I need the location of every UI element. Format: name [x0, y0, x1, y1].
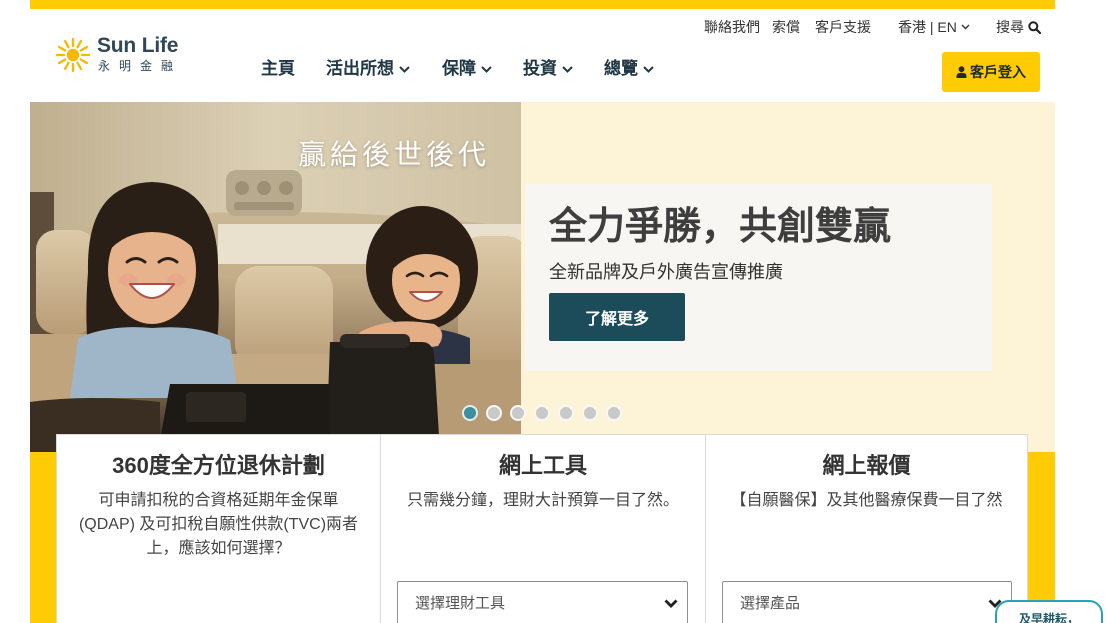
search-label: 搜尋	[996, 19, 1024, 35]
nav-item-live-life[interactable]: 活出所想	[326, 59, 410, 79]
card-online-tools: 網上工具 只需幾分鐘，理財大計預算一目了然。 選擇理財工具	[381, 435, 706, 623]
floating-promo-widget[interactable]: 及早耕耘，	[995, 600, 1103, 623]
hero-photo-caption: 贏給後世後代	[298, 140, 491, 171]
card-title: 360度全方位退休計劃	[112, 453, 325, 478]
chevron-down-icon	[961, 24, 970, 30]
card-description: 【自願醫保】及其他醫療保費一目了然	[730, 492, 1003, 509]
floating-widget-label: 及早耕耘，	[1018, 612, 1079, 623]
feature-cards: 360度全方位退休計劃 可申請扣稅的合資格延期年金保單(QDAP) 及可扣稅自願…	[56, 434, 1028, 623]
hero-subheading: 全新品牌及戶外廣告宣傳推廣	[549, 262, 783, 282]
select-value: 選擇理財工具	[415, 595, 506, 612]
nav-item-investment[interactable]: 投資	[523, 59, 573, 79]
sun-life-logo[interactable]: Sun Life 永明金融	[56, 34, 188, 78]
nav-item-label: 投資	[523, 59, 557, 78]
customer-login-label: 客戶登入	[970, 64, 1026, 80]
nav-item-overview[interactable]: 總覽	[604, 59, 654, 79]
chevron-down-icon	[481, 65, 492, 73]
locale-label: 香港 | EN	[898, 19, 957, 35]
select-value: 選擇產品	[740, 595, 801, 612]
chevron-down-icon	[399, 65, 410, 73]
search-link[interactable]: 搜尋	[996, 19, 1041, 35]
sun-icon	[56, 38, 90, 72]
product-select[interactable]: 選擇產品	[722, 581, 1012, 623]
card-description: 只需幾分鐘，理財大計預算一目了然。	[406, 492, 679, 509]
carousel-dot-4[interactable]	[534, 405, 550, 421]
carousel-dot-3[interactable]	[510, 405, 526, 421]
card-online-quote: 網上報價 【自願醫保】及其他醫療保費一目了然 選擇產品	[706, 435, 1027, 623]
nav-item-label: 主頁	[261, 59, 295, 78]
chevron-down-icon	[664, 599, 678, 608]
chevron-down-icon	[562, 65, 573, 73]
card-title: 網上報價	[822, 453, 911, 478]
locale-switcher[interactable]: 香港 | EN	[898, 19, 970, 35]
hero-message-card: 全力爭勝，共創雙贏 全新品牌及戶外廣告宣傳推廣 了解更多	[525, 184, 992, 371]
user-icon	[956, 66, 967, 78]
hero-photo[interactable]: 贏給後世後代	[30, 102, 521, 452]
hero-carousel: 贏給後世後代 全力爭勝，共創雙贏 全新品牌及戶外廣告宣傳推廣 了解更多	[30, 102, 1055, 452]
carousel-dot-6[interactable]	[582, 405, 598, 421]
customer-login-button[interactable]: 客戶登入	[942, 52, 1040, 92]
hero-heading: 全力爭勝，共創雙贏	[549, 206, 892, 248]
nav-item-home[interactable]: 主頁	[261, 59, 295, 79]
customer-support-link[interactable]: 客戶支援	[815, 19, 871, 35]
card-title: 網上工具	[498, 453, 587, 478]
card-description: 可申請扣稅的合資格延期年金保單(QDAP) 及可扣稅自願性供款(TVC)兩者上，…	[78, 492, 359, 557]
carousel-dot-5[interactable]	[558, 405, 574, 421]
nav-item-protection[interactable]: 保障	[442, 59, 492, 79]
nav-item-label: 活出所想	[326, 59, 394, 78]
learn-more-button[interactable]: 了解更多	[549, 293, 685, 341]
claims-link[interactable]: 索償	[772, 19, 800, 35]
carousel-dot-1[interactable]	[462, 405, 478, 421]
top-accent-bar	[30, 0, 1055, 9]
card-retirement-plan[interactable]: 360度全方位退休計劃 可申請扣稅的合資格延期年金保單(QDAP) 及可扣稅自願…	[57, 435, 381, 623]
carousel-dot-2[interactable]	[486, 405, 502, 421]
nav-item-label: 總覽	[604, 59, 638, 78]
chevron-down-icon	[643, 65, 654, 73]
contact-us-link[interactable]: 聯絡我們	[704, 19, 760, 35]
carousel-dots	[462, 405, 622, 421]
search-icon	[1028, 20, 1041, 34]
nav-item-label: 保障	[442, 59, 476, 78]
brand-wordmark: Sun Life	[97, 34, 179, 57]
carousel-dot-7[interactable]	[606, 405, 622, 421]
brand-chinese-name: 永明金融	[98, 59, 183, 73]
financial-tool-select[interactable]: 選擇理財工具	[397, 581, 688, 623]
